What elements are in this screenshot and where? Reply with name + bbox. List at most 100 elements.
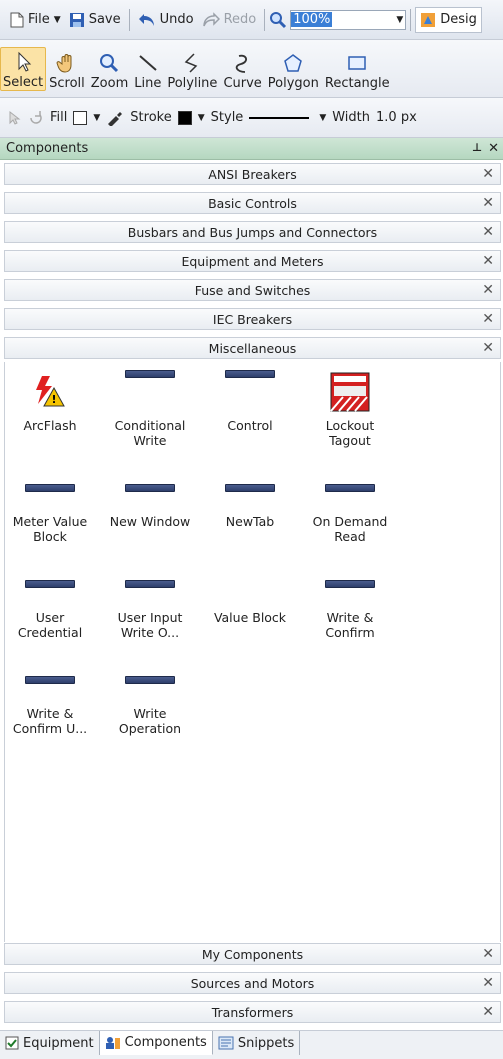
button-thumb-icon: [325, 580, 375, 588]
close-icon[interactable]: ✕: [482, 195, 494, 211]
chevron-down-icon[interactable]: ▼: [198, 113, 205, 123]
save-button[interactable]: Save: [65, 7, 125, 33]
component-value-block[interactable]: Value Block: [205, 558, 295, 625]
category-label: Transformers: [211, 1004, 294, 1020]
redo-button[interactable]: Redo: [198, 7, 261, 33]
category-basic-controls[interactable]: Basic Controls ✕: [4, 192, 501, 214]
tab-snippets[interactable]: Snippets: [213, 1031, 301, 1055]
component-label: Write Operation: [118, 706, 182, 736]
svg-text:!: !: [51, 393, 56, 406]
tab-label: Snippets: [237, 1035, 295, 1051]
category-busbars[interactable]: Busbars and Bus Jumps and Connectors ✕: [4, 221, 501, 243]
category-label: Busbars and Bus Jumps and Connectors: [127, 224, 378, 240]
component-arcflash[interactable]: ! ArcFlash: [5, 366, 95, 433]
chevron-down-icon[interactable]: ▼: [93, 113, 100, 123]
button-thumb-icon: [125, 676, 175, 684]
category-my-components[interactable]: My Components ✕: [4, 943, 501, 965]
components-icon: [105, 1036, 120, 1049]
close-icon[interactable]: ✕: [482, 311, 494, 327]
stroke-label: Stroke: [130, 110, 172, 125]
close-icon[interactable]: ✕: [482, 166, 494, 182]
component-label: User Input Write O...: [117, 610, 183, 640]
undo-icon: [138, 13, 154, 26]
polygon-icon: [284, 54, 303, 72]
undo-button[interactable]: Undo: [134, 7, 198, 33]
close-icon[interactable]: ✕: [482, 340, 494, 356]
close-icon[interactable]: ✕: [482, 224, 494, 240]
rotate-icon: [30, 110, 42, 124]
chevron-down-icon: ▼: [53, 14, 61, 25]
curve-icon: [235, 54, 247, 73]
category-label: My Components: [201, 946, 304, 962]
component-write-operation[interactable]: Write Operation: [105, 654, 195, 736]
hand-icon: [56, 54, 72, 73]
category-equipment-meters[interactable]: Equipment and Meters ✕: [4, 250, 501, 272]
tool-zoom[interactable]: Zoom: [88, 52, 131, 91]
tool-label: Rectangle: [324, 76, 390, 91]
category-fuse-switches[interactable]: Fuse and Switches ✕: [4, 279, 501, 301]
component-control[interactable]: Control: [205, 366, 295, 433]
button-thumb-icon: [25, 676, 75, 684]
component-write-confirm[interactable]: Write & Confirm: [305, 558, 395, 640]
polyline-icon: [185, 53, 198, 73]
file-icon: [10, 12, 24, 27]
tab-equipment[interactable]: Equipment: [0, 1031, 100, 1055]
component-label: On Demand Read: [312, 514, 388, 544]
format-toolbar: Fill ▼ Stroke ▼ Style ▼ Width 1.0 px: [0, 98, 503, 138]
category-label: Equipment and Meters: [181, 253, 324, 269]
components-pane-header: Components ⊥ ✕: [0, 138, 503, 160]
category-miscellaneous[interactable]: Miscellaneous ✕: [4, 337, 501, 359]
width-value[interactable]: 1.0 px: [376, 110, 417, 125]
close-icon[interactable]: ✕: [482, 1004, 494, 1020]
chevron-down-icon: ▼: [319, 112, 327, 123]
component-write-confirm-user[interactable]: Write & Confirm U...: [5, 654, 95, 736]
file-menu-button[interactable]: File ▼: [6, 7, 65, 33]
component-newtab[interactable]: NewTab: [205, 462, 295, 529]
line-style-select[interactable]: ▼: [249, 113, 326, 123]
pane-title: Components: [6, 141, 89, 156]
fill-color-swatch[interactable]: [73, 110, 88, 125]
component-new-window[interactable]: New Window: [105, 462, 195, 529]
zoom-select[interactable]: 100% ▼: [290, 9, 407, 30]
component-label: Write & Confirm U...: [12, 706, 88, 736]
close-icon[interactable]: ✕: [488, 141, 499, 156]
tool-polyline[interactable]: Polyline: [164, 52, 220, 91]
toolbar-divider: [264, 8, 266, 31]
component-user-credential[interactable]: User Credential: [5, 558, 95, 640]
design-button[interactable]: Desig: [415, 6, 482, 33]
file-menu-label: File: [28, 12, 50, 27]
close-icon[interactable]: ✕: [482, 946, 494, 962]
component-user-input-write[interactable]: User Input Write O...: [105, 558, 195, 640]
close-icon[interactable]: ✕: [482, 975, 494, 991]
tool-rectangle[interactable]: Rectangle: [322, 52, 393, 91]
tool-select[interactable]: Select: [0, 47, 47, 91]
redo-label: Redo: [223, 12, 257, 27]
component-label: User Credential: [17, 610, 83, 640]
pin-icon[interactable]: ⊥: [472, 141, 482, 156]
tab-components[interactable]: Components: [99, 1031, 213, 1055]
button-thumb-icon: [25, 580, 75, 588]
category-iec-breakers[interactable]: IEC Breakers ✕: [4, 308, 501, 330]
tool-polygon[interactable]: Polygon: [265, 52, 322, 91]
tool-label: Curve: [223, 76, 262, 91]
component-meter-value-block[interactable]: Meter Value Block: [5, 462, 95, 544]
component-conditional-write[interactable]: Conditional Write: [105, 366, 195, 448]
category-ansi-breakers[interactable]: ANSI Breakers ✕: [4, 163, 501, 185]
tab-label: Equipment: [23, 1035, 94, 1051]
tool-label: Line: [134, 76, 162, 91]
category-transformers[interactable]: Transformers ✕: [4, 1001, 501, 1023]
category-label: Fuse and Switches: [194, 282, 311, 298]
component-on-demand-read[interactable]: On Demand Read: [305, 462, 395, 544]
category-label: Basic Controls: [208, 195, 297, 211]
close-icon[interactable]: ✕: [482, 253, 494, 269]
button-thumb-icon: [225, 484, 275, 492]
tool-scroll[interactable]: Scroll: [46, 52, 88, 91]
category-sources-motors[interactable]: Sources and Motors ✕: [4, 972, 501, 994]
component-lockout-tagout[interactable]: Lockout Tagout: [305, 366, 395, 448]
tool-line[interactable]: Line: [131, 52, 164, 91]
stroke-color-swatch[interactable]: [177, 110, 192, 125]
tool-curve[interactable]: Curve: [220, 52, 264, 91]
close-icon[interactable]: ✕: [482, 282, 494, 298]
save-label: Save: [88, 12, 121, 27]
stroke-pen-icon: [108, 111, 123, 126]
